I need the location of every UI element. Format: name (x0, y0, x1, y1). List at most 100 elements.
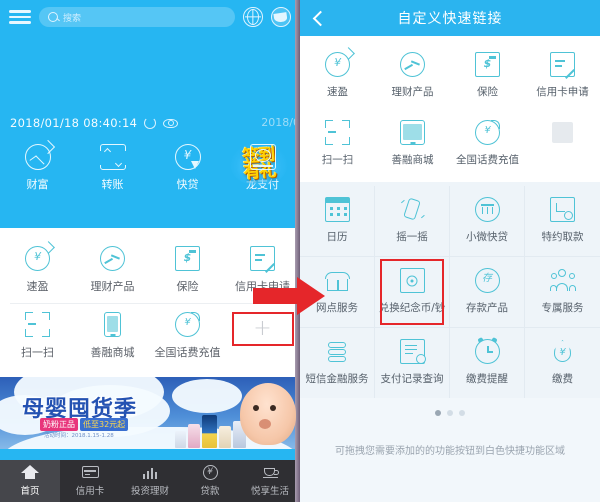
shortcut-wealth-product[interactable]: 理财产品 (375, 42, 450, 110)
quick-item-label: 全国话费充值 (154, 346, 221, 359)
nav-item-lifestyle[interactable]: 悦享生活 (240, 460, 300, 502)
available-sms-finance[interactable]: 短信金融服务 (300, 328, 375, 398)
credit-card-apply-icon (550, 52, 575, 79)
available-label: 摇一摇 (396, 231, 428, 243)
nav-item-loan[interactable]: ¥ 贷款 (180, 460, 240, 502)
quick-item-label: 保险 (176, 280, 199, 293)
empty-slot-placeholder (552, 122, 573, 143)
hero-shortcut-quick-loan[interactable]: ¥ 快贷 (150, 144, 225, 192)
hamburger-menu-icon[interactable] (9, 10, 31, 24)
wealth-icon (24, 139, 55, 170)
suying-icon: ¥ (325, 47, 355, 77)
baby-photo (240, 383, 296, 445)
hero-label: 转账 (101, 178, 124, 191)
quick-loan-icon: ¥ (174, 144, 201, 170)
mall-icon (104, 312, 121, 337)
shortcut-empty-slot[interactable] (525, 110, 600, 178)
shortcut-label: 信用卡申请 (536, 86, 589, 98)
available-shake[interactable]: 摇一摇 (375, 186, 450, 256)
available-label: 日历 (326, 231, 348, 243)
banner-subnote: 活动时间：2018.1.15-1.28 (44, 433, 114, 439)
available-micro-loan[interactable]: 小微快贷 (450, 186, 525, 256)
phone-recharge-icon: ¥ (175, 312, 200, 337)
shortcut-scan[interactable]: 扫一扫 (300, 110, 375, 178)
refresh-icon[interactable] (144, 117, 157, 129)
pagination-dot-2[interactable] (447, 410, 453, 416)
special-withdraw-icon (550, 197, 575, 222)
shortcut-mall[interactable]: 善融商城 (375, 110, 450, 178)
insurance-icon: $ (475, 52, 500, 77)
mall-icon (400, 120, 425, 145)
nav-label: 贷款 (200, 486, 220, 497)
quick-item-suying[interactable]: ¥ 速盈 (0, 238, 75, 303)
active-shortcuts-zone[interactable]: ¥ 速盈 理财产品 $ 保险 信用卡申请 扫一扫 善融商城 ¥ 全国话费充值 (300, 36, 600, 182)
branch-service-icon (324, 268, 350, 293)
quick-item-scan[interactable]: 扫一扫 (0, 304, 75, 369)
quick-item-label: 扫一扫 (21, 346, 54, 359)
nav-item-credit-card[interactable]: 信用卡 (60, 460, 120, 502)
app-topbar: 搜索 (0, 0, 300, 34)
nav-item-investment[interactable]: 投资理财 (120, 460, 180, 502)
search-input[interactable]: 搜索 (39, 7, 235, 27)
shake-icon (400, 197, 425, 222)
right-date-partial: 2018/0 (261, 116, 300, 129)
nav-item-home[interactable]: 首页 (0, 460, 60, 502)
shortcut-insurance[interactable]: $ 保险 (450, 42, 525, 110)
deposit-product-icon: 存 (474, 268, 500, 293)
shortcut-label: 善融商城 (391, 154, 434, 166)
cloud-shape (172, 379, 242, 413)
nav-label: 投资理财 (130, 486, 169, 497)
left-phone-home-screen: 搜索 签到 有礼 2018/01/18 08:40:14 2018/0 财富 转… (0, 0, 300, 502)
available-pay-bill[interactable]: ¥ 缴费 (525, 328, 600, 398)
shortcut-suying[interactable]: ¥ 速盈 (300, 42, 375, 110)
available-payment-reminder[interactable]: 缴费提醒 (450, 328, 525, 398)
available-label: 支付记录查询 (380, 373, 444, 385)
pay-bill-icon: ¥ (550, 339, 575, 364)
wealth-product-icon (100, 246, 125, 271)
hero-shortcut-transfer[interactable]: 转账 (75, 144, 150, 192)
transfer-icon (98, 144, 127, 170)
available-exclusive-service[interactable]: 专属服务 (525, 257, 600, 327)
available-shortcuts-zone: 日历 摇一摇 小微快贷 特约取款 网点服务 兑换纪念币/钞 存 存款产品 专属服… (300, 182, 600, 398)
user-avatar-icon[interactable] (271, 7, 291, 27)
back-chevron-icon[interactable] (312, 12, 324, 24)
shortcut-phone-recharge[interactable]: ¥ 全国话费充值 (450, 110, 525, 178)
available-label: 特约取款 (541, 231, 584, 243)
wealth-product-icon (400, 52, 425, 77)
credit-card-icon (81, 465, 99, 480)
add-shortcut-highlight-box[interactable]: + (231, 312, 294, 346)
quick-item-phone-recharge[interactable]: ¥ 全国话费充值 (150, 304, 225, 369)
pagination-dot-1[interactable] (435, 410, 441, 416)
available-deposit-product[interactable]: 存 存款产品 (450, 257, 525, 327)
quick-item-insurance[interactable]: $ 保险 (150, 238, 225, 303)
available-commemorative-coin[interactable]: 兑换纪念币/钞 (375, 257, 450, 327)
hero-shortcut-wealth[interactable]: 财富 (0, 139, 75, 192)
quick-item-wealth-product[interactable]: 理财产品 (75, 238, 150, 303)
promo-banner[interactable]: 母婴囤货季 奶粉正品 低至32元起 活动时间：2018.1.15-1.28 (0, 377, 300, 449)
micro-loan-icon (474, 197, 500, 222)
nav-label: 信用卡 (75, 486, 105, 497)
shortcut-label: 保险 (477, 86, 498, 98)
globe-icon[interactable] (243, 7, 263, 27)
available-label: 缴费提醒 (466, 373, 508, 385)
available-row-2: 网点服务 兑换纪念币/钞 存 存款产品 专属服务 (300, 257, 600, 328)
screenshot-root: 搜索 签到 有礼 2018/01/18 08:40:14 2018/0 财富 转… (0, 0, 600, 502)
long-pay-icon (249, 144, 276, 170)
page-title: 自定义快速链接 (397, 11, 503, 27)
nav-label: 首页 (20, 486, 40, 497)
available-special-withdraw[interactable]: 特约取款 (525, 186, 600, 256)
shortcut-label: 速盈 (327, 86, 348, 98)
pagination-dot-3[interactable] (459, 410, 465, 416)
suying-icon: ¥ (25, 241, 55, 271)
quick-item-mall[interactable]: 善融商城 (75, 304, 150, 369)
eye-toggle-icon[interactable] (163, 118, 179, 128)
investment-icon (142, 465, 159, 480)
shortcut-credit-card-apply[interactable]: 信用卡申请 (525, 42, 600, 110)
pagination-dots[interactable] (300, 398, 600, 426)
payment-reminder-icon (474, 337, 500, 364)
available-payment-record[interactable]: 支付记录查询 (375, 328, 450, 398)
home-icon (21, 465, 39, 480)
quick-item-label: 善融商城 (90, 346, 135, 359)
available-calendar[interactable]: 日历 (300, 186, 375, 256)
available-label: 存款产品 (466, 302, 508, 314)
